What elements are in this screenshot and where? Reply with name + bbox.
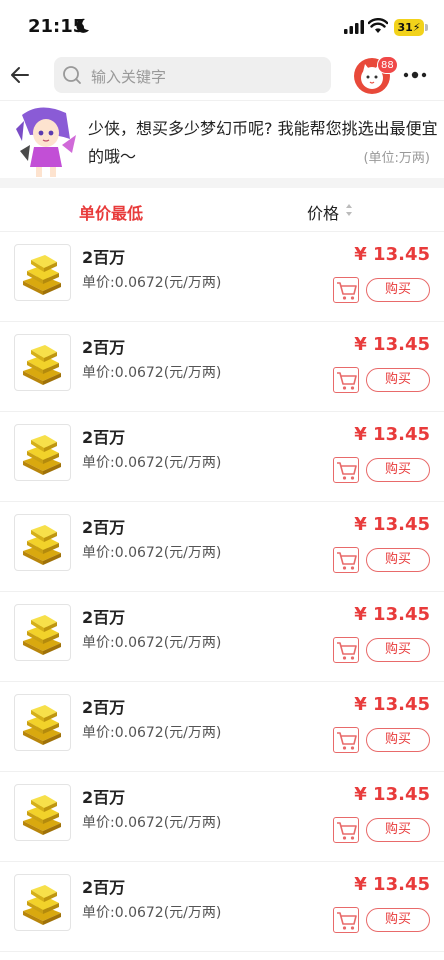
gold-bars-icon [23,885,61,925]
gold-bars-icon [23,255,61,295]
item-price: ¥ 13.45 [354,424,430,445]
item-unit-price: 单价:0.0672(元/万两) [82,545,222,561]
add-to-cart-button[interactable] [333,637,359,663]
moon-icon [76,18,89,33]
mascot-illustration [16,107,76,177]
item-title: 2百万 [82,788,126,807]
top-navbar: 输入关键字 88 [0,54,444,98]
list-item[interactable]: 2百万 单价:0.0672(元/万两) ¥ 13.45 购买 [0,232,444,322]
item-price: ¥ 13.45 [354,244,430,265]
item-price: ¥ 13.45 [354,514,430,535]
buy-button[interactable]: 购买 [366,638,430,662]
list-item[interactable]: 2百万 单价:0.0672(元/万两) ¥ 13.45 购买 [0,412,444,502]
gold-thumbnail [14,874,71,931]
gold-bars-icon [23,435,61,475]
sort-price-tab[interactable]: 价格 [307,200,339,224]
item-unit-price: 单价:0.0672(元/万两) [82,365,222,381]
unit-note: (单位:万两) [359,147,430,166]
status-bar: 21:15 31⚡ [0,0,444,54]
gold-thumbnail [14,514,71,571]
cart-icon [337,552,357,570]
item-price: ¥ 13.45 [354,604,430,625]
gold-bars-icon [23,345,61,385]
item-price: ¥ 13.45 [354,334,430,355]
list-item[interactable]: 2百万 单价:0.0672(元/万两) ¥ 13.45 购买 [0,592,444,682]
item-title: 2百万 [82,248,126,267]
buy-button[interactable]: 购买 [366,368,430,392]
add-to-cart-button[interactable] [333,277,359,303]
list-item[interactable]: 2百万 单价:0.0672(元/万两) ¥ 13.45 购买 [0,772,444,862]
item-unit-price: 单价:0.0672(元/万两) [82,455,222,471]
cart-icon [337,462,357,480]
item-unit-price: 单价:0.0672(元/万两) [82,725,222,741]
cart-icon [337,912,357,930]
cart-icon [337,642,357,660]
list-item[interactable]: 2百万 单价:0.0672(元/万两) ¥ 13.45 购买 [0,682,444,772]
list-item[interactable]: 2百万 单价:0.0672(元/万两) ¥ 13.45 购买 [0,502,444,592]
item-unit-price: 单价:0.0672(元/万两) [82,635,222,651]
cart-icon [337,282,357,300]
item-price: ¥ 13.45 [354,874,430,895]
sort-unit-price-tab[interactable]: 单价最低 [79,200,143,224]
buy-button[interactable]: 购买 [366,818,430,842]
section-divider [0,178,444,188]
add-to-cart-button[interactable] [333,907,359,933]
gold-bars-icon [23,795,61,835]
search-icon [63,66,81,84]
assistant-notice: 少侠，想买多少梦幻币呢? 我能帮您挑选出最便宜的哦～ (单位:万两) [0,100,444,177]
sort-bar: 单价最低 价格 [0,188,444,232]
item-title: 2百万 [82,608,126,627]
buy-button[interactable]: 购买 [366,908,430,932]
message-badge: 88 [377,56,398,74]
gold-thumbnail [14,334,71,391]
gold-thumbnail [14,424,71,481]
gold-bars-icon [23,615,61,655]
item-unit-price: 单价:0.0672(元/万两) [82,905,222,921]
buy-button[interactable]: 购买 [366,548,430,572]
more-icon[interactable] [402,62,428,88]
gold-thumbnail [14,784,71,841]
signal-icon [344,20,364,34]
add-to-cart-button[interactable] [333,457,359,483]
cart-icon [337,822,357,840]
search-input[interactable]: 输入关键字 [54,57,331,93]
back-arrow-icon[interactable] [6,60,36,90]
list-item[interactable]: 2百万 单价:0.0672(元/万两) ¥ 13.45 购买 [0,862,444,952]
gold-bars-icon [23,705,61,745]
add-to-cart-button[interactable] [333,547,359,573]
gold-thumbnail [14,604,71,661]
item-title: 2百万 [82,338,126,357]
add-to-cart-button[interactable] [333,817,359,843]
product-list: 2百万 单价:0.0672(元/万两) ¥ 13.45 购买 2百万 单价:0.… [0,232,444,952]
gold-thumbnail [14,694,71,751]
cart-icon [337,732,357,750]
list-item[interactable]: 2百万 单价:0.0672(元/万两) ¥ 13.45 购买 [0,322,444,412]
item-unit-price: 单价:0.0672(元/万两) [82,815,222,831]
battery-indicator: 31⚡ [394,19,428,36]
buy-button[interactable]: 购买 [366,728,430,752]
item-title: 2百万 [82,518,126,537]
add-to-cart-button[interactable] [333,367,359,393]
item-title: 2百万 [82,698,126,717]
search-placeholder: 输入关键字 [91,68,167,86]
gold-thumbnail [14,244,71,301]
cart-icon [337,372,357,390]
buy-button[interactable]: 购买 [366,278,430,302]
item-price: ¥ 13.45 [354,784,430,805]
add-to-cart-button[interactable] [333,727,359,753]
item-price: ¥ 13.45 [354,694,430,715]
item-title: 2百万 [82,428,126,447]
wifi-icon [368,18,388,33]
gold-bars-icon [23,525,61,565]
item-unit-price: 单价:0.0672(元/万两) [82,275,222,291]
buy-button[interactable]: 购买 [366,458,430,482]
sort-arrows-icon[interactable] [345,203,353,217]
item-title: 2百万 [82,878,126,897]
